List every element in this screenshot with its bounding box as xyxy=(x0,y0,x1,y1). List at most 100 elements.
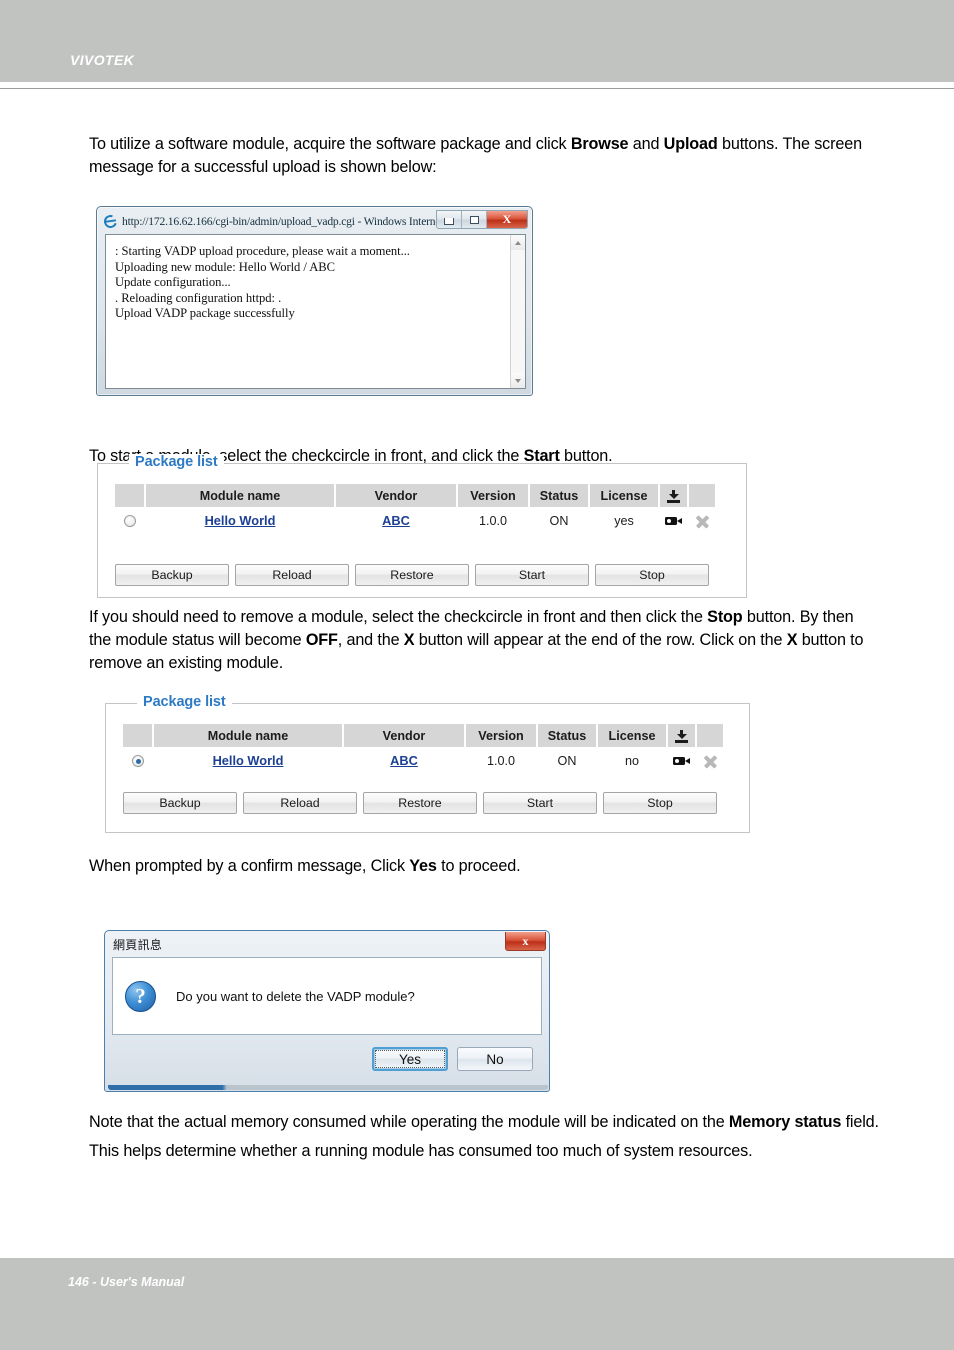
page-number-label: 146 - User's Manual xyxy=(68,1275,185,1289)
confirm-paragraph: When prompted by a confirm message, Clic… xyxy=(89,855,879,878)
row-select-cell[interactable] xyxy=(123,747,153,774)
internet-explorer-icon xyxy=(101,212,120,231)
row-module-name-cell: Hello World xyxy=(153,747,343,774)
row-license-cell: yes xyxy=(614,513,634,528)
confirm-dialog: 網頁訊息 x ? Do you want to delete the VADP … xyxy=(104,930,550,1092)
x-keyword-1: X xyxy=(403,631,415,649)
stop-keyword: Stop xyxy=(707,608,743,626)
start-button[interactable]: Start xyxy=(483,792,597,814)
x-keyword-2: X xyxy=(786,631,798,649)
dialog-title-bar[interactable]: 網頁訊息 x xyxy=(108,932,546,954)
module-radio-button[interactable] xyxy=(132,755,144,768)
remove-text-a: If you should need to remove a module, s… xyxy=(89,608,708,626)
col-select-header xyxy=(123,724,154,747)
col-delete-header xyxy=(696,724,725,747)
no-button[interactable]: No xyxy=(457,1047,533,1071)
row-version-cell: 1.0.0 xyxy=(478,513,507,528)
col-delete-header xyxy=(688,484,717,507)
col-module-name-header: Module name xyxy=(145,484,336,507)
row-stream-cell[interactable] xyxy=(667,747,696,774)
remove-module-paragraph: If you should need to remove a module, s… xyxy=(89,606,869,675)
confirm-text-a: When prompted by a confirm message, Clic… xyxy=(89,857,410,875)
close-button[interactable]: X xyxy=(487,211,527,228)
package-list-legend: Package list xyxy=(137,694,232,710)
stop-button[interactable]: Stop xyxy=(603,792,717,814)
package-action-buttons-2: Backup Reload Restore Start Stop xyxy=(123,792,717,814)
row-select-cell[interactable] xyxy=(115,507,145,534)
browser-title-text: http://172.16.62.166/cgi-bin/admin/uploa… xyxy=(122,215,455,228)
page-footer-band xyxy=(0,1258,954,1350)
col-select-header xyxy=(115,484,146,507)
remove-text-c: , and the xyxy=(337,631,404,649)
off-keyword: OFF xyxy=(305,631,338,649)
minimize-button[interactable] xyxy=(437,211,462,228)
x-icon[interactable] xyxy=(695,514,709,528)
legend-dash xyxy=(106,463,127,464)
row-status-cell: ON xyxy=(557,753,577,768)
dialog-footer: Yes No xyxy=(112,1039,542,1079)
col-vendor-header: Vendor xyxy=(343,724,466,747)
yes-keyword: Yes xyxy=(409,857,437,875)
package-list-legend: Package list xyxy=(129,454,224,470)
module-name-link[interactable]: Hello World xyxy=(205,513,276,528)
module-name-link[interactable]: Hello World xyxy=(213,753,284,768)
dialog-close-button[interactable]: x xyxy=(505,932,546,951)
table-header-row: Module name Vendor Version Status Licens… xyxy=(123,724,725,747)
vendor-link[interactable]: ABC xyxy=(382,513,410,528)
confirm-text-b: to proceed. xyxy=(436,857,521,875)
camera-icon[interactable] xyxy=(673,756,690,766)
log-line: . Reloading configuration httpd: . xyxy=(115,290,282,305)
package-list-table-1: Module name Vendor Version Status Licens… xyxy=(115,484,717,534)
browse-keyword: Browse xyxy=(570,135,629,153)
module-radio-button[interactable] xyxy=(124,515,136,528)
col-license-header: License xyxy=(597,724,668,747)
row-vendor-cell: ABC xyxy=(343,747,465,774)
memory-status-keyword: Memory status xyxy=(728,1113,842,1131)
stop-button[interactable]: Stop xyxy=(595,564,709,586)
backup-button[interactable]: Backup xyxy=(115,564,229,586)
minimize-icon xyxy=(444,217,454,225)
start-button[interactable]: Start xyxy=(475,564,589,586)
col-download-header xyxy=(659,484,689,507)
upload-result-browser-window: http://172.16.62.166/cgi-bin/admin/uploa… xyxy=(96,206,533,396)
log-line: : Starting VADP upload procedure, please… xyxy=(115,244,410,258)
row-module-name-cell: Hello World xyxy=(145,507,335,534)
intro-paragraph: To utilize a software module, acquire th… xyxy=(89,133,879,179)
remove-text-d: button will appear at the end of the row… xyxy=(414,631,787,649)
dialog-message: Do you want to delete the VADP module? xyxy=(176,988,415,1004)
download-icon[interactable] xyxy=(667,489,680,503)
reload-button[interactable]: Reload xyxy=(243,792,357,814)
maximize-button[interactable] xyxy=(462,211,487,228)
restore-button[interactable]: Restore xyxy=(355,564,469,586)
col-license-header: License xyxy=(589,484,660,507)
vertical-scrollbar[interactable] xyxy=(510,235,525,388)
table-row: Hello World ABC 1.0.0 ON yes xyxy=(115,507,716,534)
restore-button[interactable]: Restore xyxy=(363,792,477,814)
browser-title-bar[interactable]: http://172.16.62.166/cgi-bin/admin/uploa… xyxy=(101,210,528,232)
package-list-panel-1: Package list Module name Vendor Version … xyxy=(97,454,747,598)
upload-keyword: Upload xyxy=(663,135,718,153)
col-status-header: Status xyxy=(537,724,598,747)
backup-button[interactable]: Backup xyxy=(123,792,237,814)
window-controls: X xyxy=(436,210,528,229)
row-license-cell: no xyxy=(624,753,639,768)
dialog-title-text: 網頁訊息 xyxy=(113,937,163,952)
scroll-up-button[interactable] xyxy=(511,235,525,250)
download-icon[interactable] xyxy=(675,729,688,743)
row-status-cell: ON xyxy=(549,513,569,528)
vendor-link[interactable]: ABC xyxy=(390,753,418,768)
camera-icon[interactable] xyxy=(665,516,682,526)
log-line: Update configuration... xyxy=(115,275,231,289)
log-line: Uploading new module: Hello World / ABC xyxy=(115,259,335,274)
row-delete-cell[interactable] xyxy=(696,747,724,774)
table-header-row: Module name Vendor Version Status Licens… xyxy=(115,484,717,507)
browser-content-area: : Starting VADP upload procedure, please… xyxy=(105,234,526,389)
x-icon[interactable] xyxy=(703,754,717,768)
package-action-buttons-1: Backup Reload Restore Start Stop xyxy=(115,564,709,586)
row-delete-cell[interactable] xyxy=(688,507,716,534)
yes-button[interactable]: Yes xyxy=(372,1047,448,1071)
row-stream-cell[interactable] xyxy=(659,507,688,534)
legend-dash xyxy=(114,703,135,704)
scroll-down-button[interactable] xyxy=(511,373,525,388)
reload-button[interactable]: Reload xyxy=(235,564,349,586)
